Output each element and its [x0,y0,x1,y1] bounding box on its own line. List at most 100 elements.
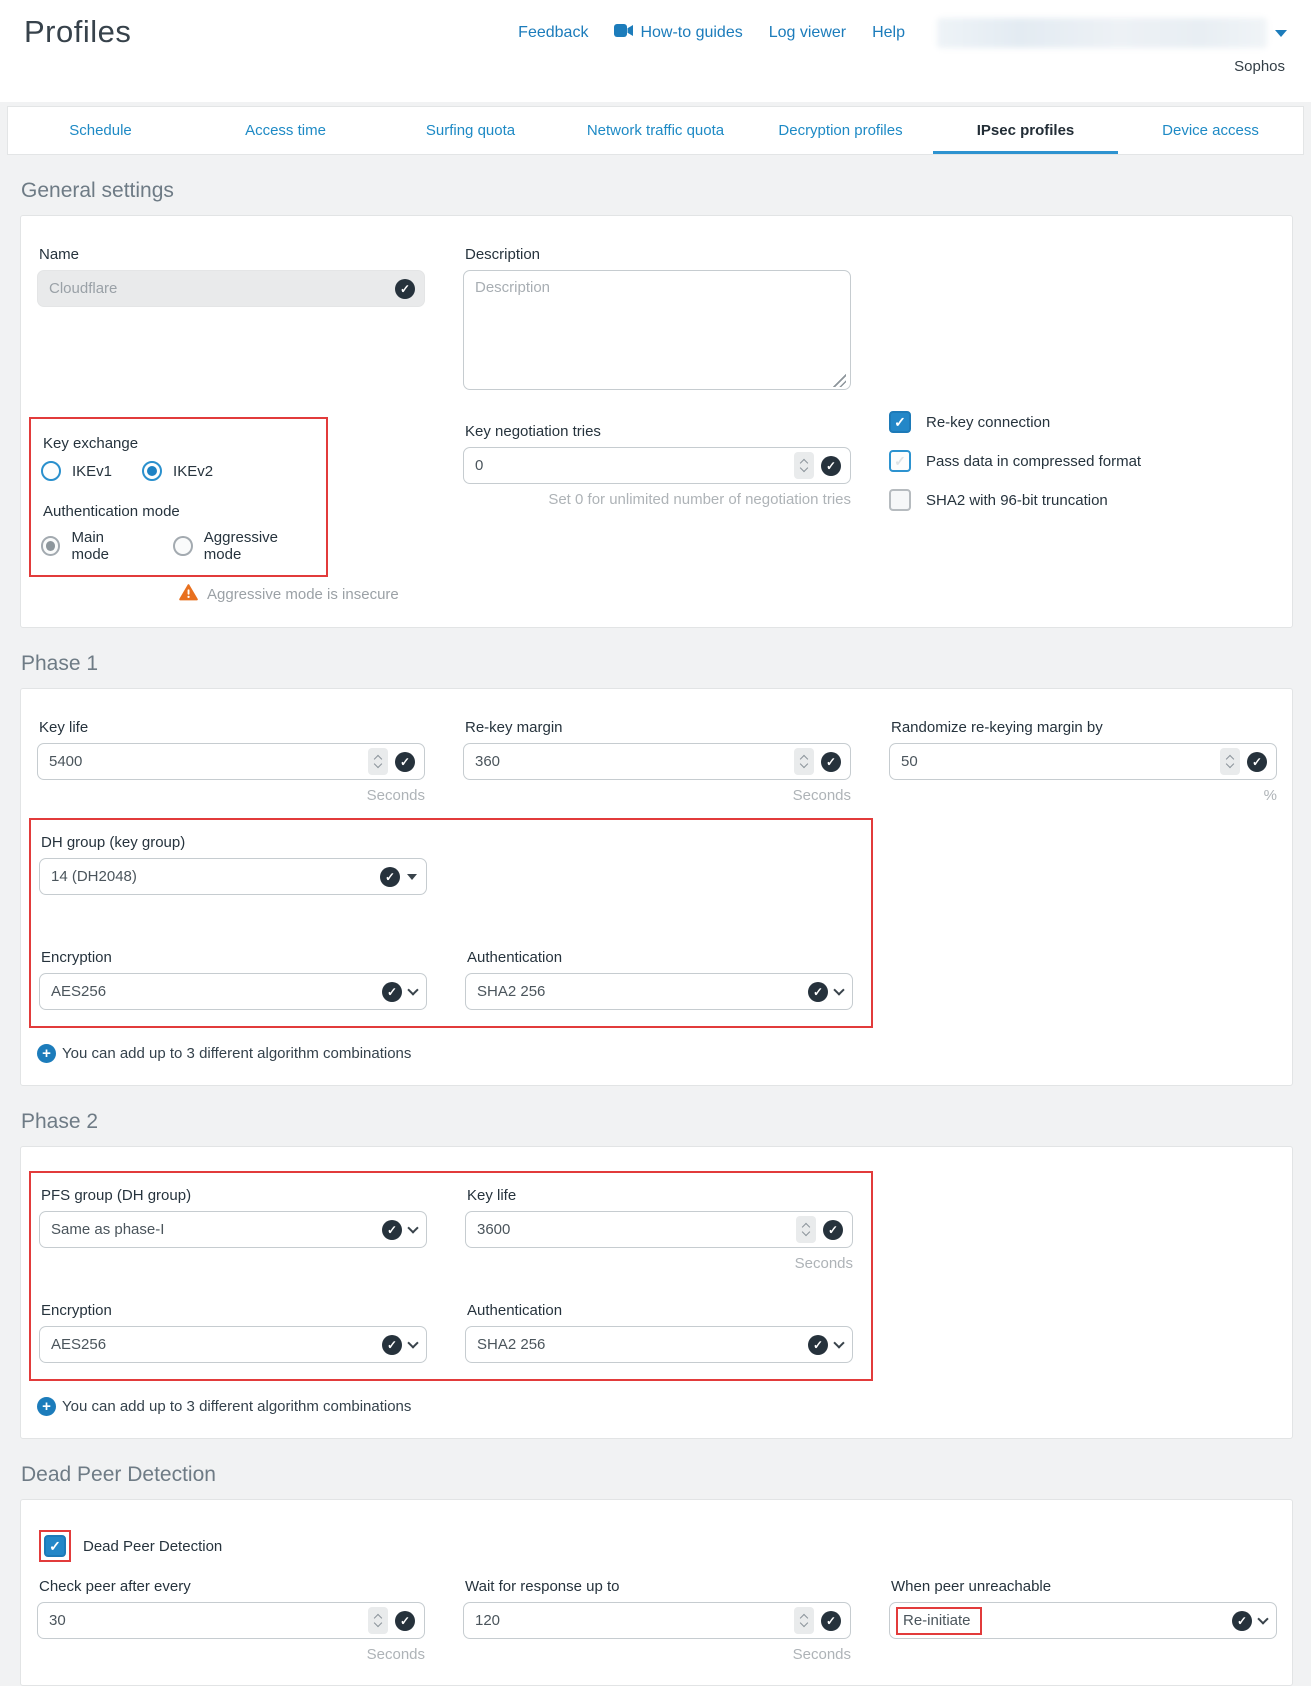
p1-encryption-label: Encryption [41,949,427,966]
key-exchange-radio-group: IKEv1 IKEv2 [41,461,316,481]
number-stepper[interactable] [1220,748,1240,775]
p2-authentication-label: Authentication [467,1302,853,1319]
valid-check-icon: ✓ [395,1611,415,1631]
tab-device-access[interactable]: Device access [1118,107,1303,154]
dpd-unreachable-select[interactable]: Re-initiate ✓ [889,1602,1277,1639]
p1-authentication-label: Authentication [467,949,853,966]
valid-check-icon: ✓ [380,867,400,887]
number-stepper[interactable] [794,1607,814,1634]
tab-decryption-profiles[interactable]: Decryption profiles [748,107,933,154]
number-stepper[interactable] [796,1216,816,1243]
chevron-down-icon [1257,1613,1268,1624]
chevron-down-icon [407,1222,418,1233]
number-stepper[interactable] [794,452,814,479]
rekey-connection-checkbox[interactable]: ✓ [889,411,911,433]
aggressive-mode-label: Aggressive mode [204,529,316,563]
p1-dh-group-select[interactable]: 14 (DH2048) ✓ [39,858,427,895]
valid-check-icon: ✓ [382,982,402,1002]
p2-authentication-select[interactable]: SHA2 256 ✓ [465,1326,853,1363]
warning-icon [179,584,198,605]
section-title-phase2: Phase 2 [21,1110,1311,1134]
phase1-card: Key life 5400 ✓ Seconds Re-key margin 36… [20,688,1293,1086]
account-selector[interactable] [937,18,1287,48]
p2-authentication-field: Authentication SHA2 256 ✓ [465,1288,853,1363]
description-label: Description [465,246,851,263]
p1-key-life-input[interactable]: 5400 ✓ [37,743,425,780]
p2-key-life-input[interactable]: 3600 ✓ [465,1211,853,1248]
auth-mode-radio-group: Main mode Aggressive mode [41,529,316,563]
key-negotiation-input[interactable]: 0 ✓ [463,447,851,484]
valid-check-icon: ✓ [382,1220,402,1240]
valid-check-icon: ✓ [808,982,828,1002]
rekey-connection-row: ✓ Re-key connection [889,411,1277,433]
account-name-redacted [937,18,1267,48]
p1-dh-group-field: DH group (key group) 14 (DH2048) ✓ [39,820,427,895]
tab-ipsec-profiles[interactable]: IPsec profiles [933,107,1118,154]
tab-bar: Schedule Access time Surfing quota Netwo… [7,106,1304,155]
sha2-truncation-checkbox[interactable] [889,489,911,511]
number-stepper[interactable] [368,1607,388,1634]
p1-randomize-field: Randomize re-keying margin by 50 ✓ % [889,705,1277,804]
p2-pfs-select[interactable]: Same as phase-I ✓ [39,1211,427,1248]
tab-schedule[interactable]: Schedule [8,107,193,154]
rekey-connection-label[interactable]: Re-key connection [926,414,1050,431]
compressed-format-checkbox[interactable]: ✓ [889,450,911,472]
p1-authentication-select[interactable]: SHA2 256 ✓ [465,973,853,1010]
number-stepper[interactable] [794,748,814,775]
header-right: Feedback How-to guides Log viewer Help S… [518,12,1287,75]
ikev1-label[interactable]: IKEv1 [72,463,112,480]
log-viewer-link[interactable]: Log viewer [769,24,846,42]
tab-surfing-quota[interactable]: Surfing quota [378,107,563,154]
p1-encryption-select[interactable]: AES256 ✓ [39,973,427,1010]
feedback-link[interactable]: Feedback [518,24,588,42]
p1-randomize-input[interactable]: 50 ✓ [889,743,1277,780]
key-exchange-label: Key exchange [43,435,316,452]
name-label: Name [39,246,425,263]
ikev2-radio[interactable] [142,461,162,481]
dpd-check-peer-input[interactable]: 30 ✓ [37,1602,425,1639]
p1-key-life-unit: Seconds [37,787,425,804]
chevron-down-icon [407,1337,418,1348]
main-mode-radio [41,536,60,556]
p1-combo-note: + You can add up to 3 different algorith… [37,1044,1276,1063]
add-combination-icon[interactable]: + [37,1397,56,1416]
p2-pfs-field: PFS group (DH group) Same as phase-I ✓ [39,1173,427,1248]
dpd-wait-field: Wait for response up to 120 ✓ Seconds [463,1564,851,1663]
tab-network-traffic-quota[interactable]: Network traffic quota [563,107,748,154]
p1-authentication-field: Authentication SHA2 256 ✓ [465,935,853,1010]
p1-key-life-field: Key life 5400 ✓ Seconds [37,705,425,804]
valid-check-icon: ✓ [821,456,841,476]
dpd-enable-row: ✓ Dead Peer Detection [39,1530,1276,1562]
sha2-truncation-label[interactable]: SHA2 with 96-bit truncation [926,492,1108,509]
p2-encryption-field: Encryption AES256 ✓ [39,1288,427,1363]
add-combination-icon[interactable]: + [37,1044,56,1063]
key-exchange-annotation-box: Key exchange IKEv1 IKEv2 Authentication … [29,417,328,577]
dpd-enable-checkbox[interactable]: ✓ [44,1535,66,1557]
p1-rekey-margin-input[interactable]: 360 ✓ [463,743,851,780]
howto-guides-link[interactable]: How-to guides [614,24,742,42]
description-textarea[interactable] [463,270,851,390]
valid-check-icon: ✓ [1232,1611,1252,1631]
main-mode-label: Main mode [71,529,143,563]
key-negotiation-field: Key negotiation tries 0 ✓ Set 0 for unli… [463,395,851,508]
dpd-enable-label[interactable]: Dead Peer Detection [83,1538,222,1555]
number-stepper[interactable] [368,748,388,775]
help-link[interactable]: Help [872,24,905,42]
chevron-down-icon[interactable] [1275,30,1287,37]
p1-encryption-field: Encryption AES256 ✓ [39,935,427,1010]
name-field: Name Cloudflare ✓ [37,232,425,307]
brand-label: Sophos [1234,58,1285,75]
dpd-wait-input[interactable]: 120 ✓ [463,1602,851,1639]
sha2-truncation-row: SHA2 with 96-bit truncation [889,489,1277,511]
ikev1-radio[interactable] [41,461,61,481]
general-checkboxes: ✓ Re-key connection ✓ Pass data in compr… [889,395,1277,528]
dpd-unreachable-field: When peer unreachable Re-initiate ✓ [889,1564,1277,1639]
tab-access-time[interactable]: Access time [193,107,378,154]
description-field: Description [463,232,851,395]
p2-pfs-label: PFS group (DH group) [41,1187,427,1204]
p1-dh-group-label: DH group (key group) [41,834,427,851]
chevron-down-icon [833,984,844,995]
p2-encryption-select[interactable]: AES256 ✓ [39,1326,427,1363]
ikev2-label[interactable]: IKEv2 [173,463,213,480]
compressed-format-label[interactable]: Pass data in compressed format [926,453,1141,470]
